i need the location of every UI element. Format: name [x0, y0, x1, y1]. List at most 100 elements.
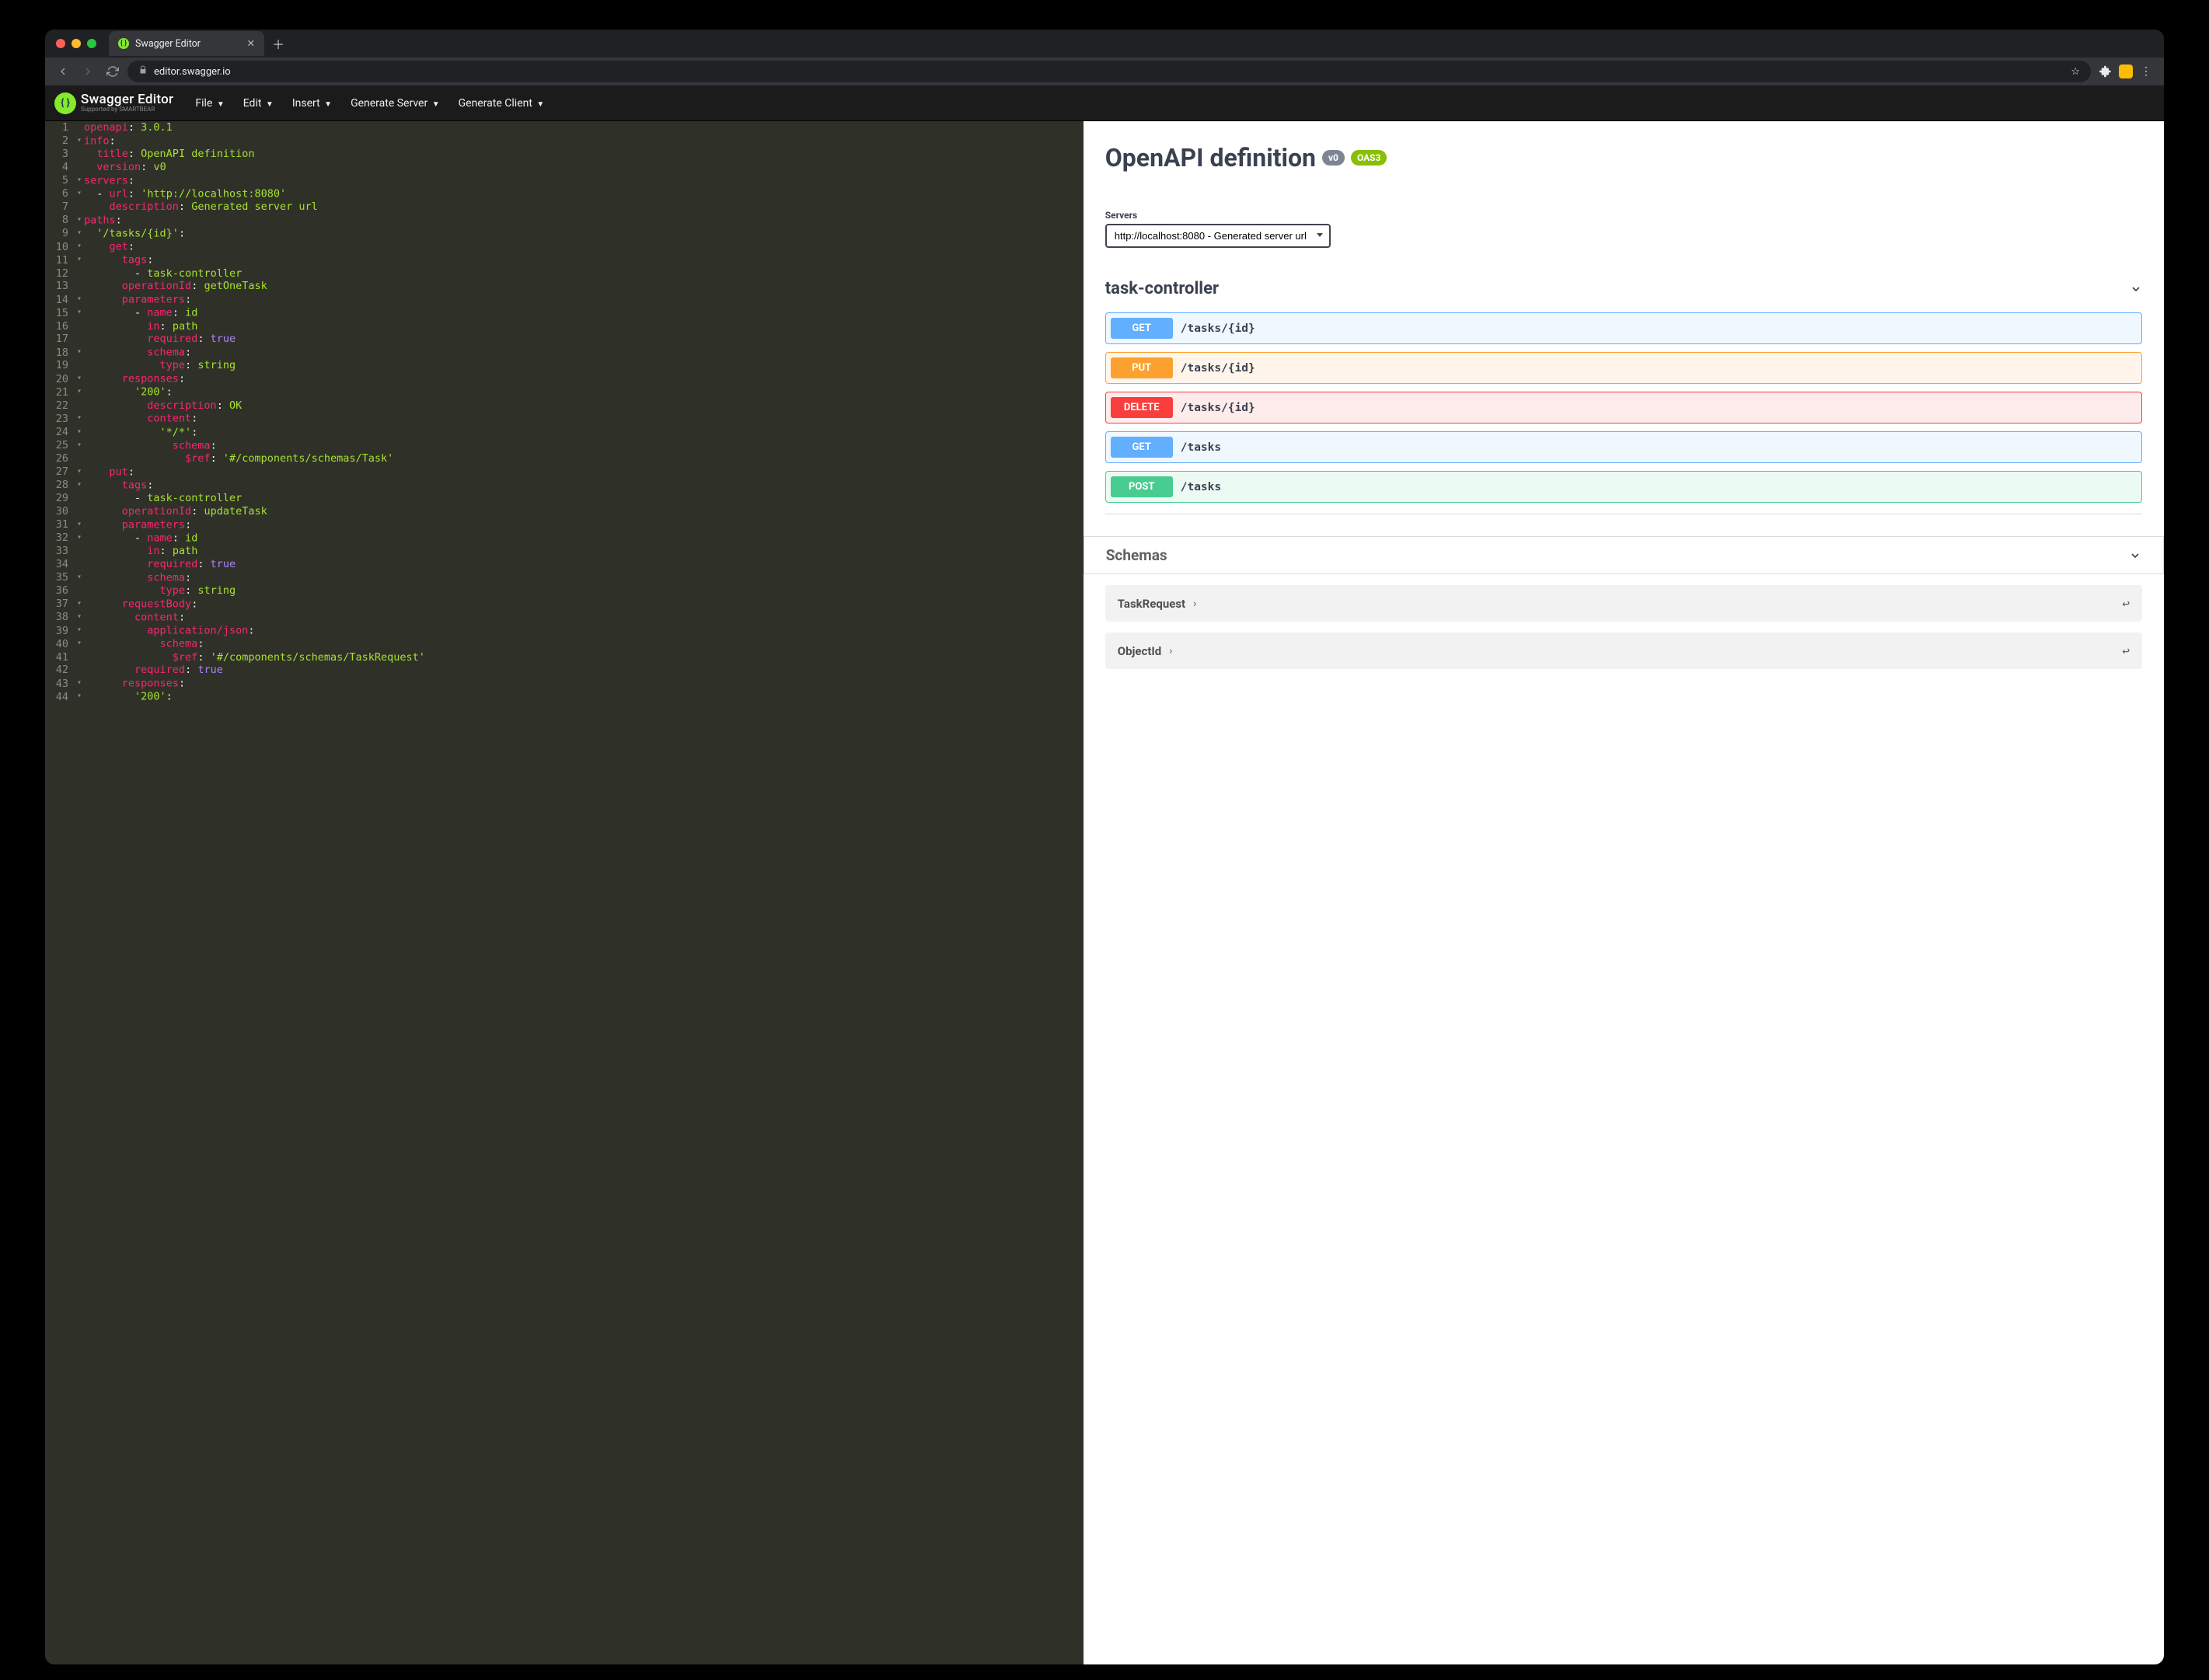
code-line[interactable]: 29 - task-controller [45, 492, 1084, 505]
swagger-logo-icon: { } [54, 92, 76, 114]
operation-delete-tasks--id-[interactable]: DELETE/tasks/{id} [1105, 392, 2142, 423]
code-line[interactable]: 39▾ application/json: [45, 624, 1084, 637]
tag-section: task-controller GET/tasks/{id}PUT/tasks/… [1105, 273, 2142, 514]
url-bar[interactable]: editor.swagger.io ☆ [127, 61, 2091, 82]
code-line[interactable]: 32▾ - name: id [45, 532, 1084, 545]
menu-insert[interactable]: Insert ▼ [283, 92, 341, 114]
back-button[interactable] [53, 61, 73, 82]
code-line[interactable]: 30 operationId: updateTask [45, 505, 1084, 518]
code-line[interactable]: 24▾ '*/*': [45, 426, 1084, 439]
method-badge: POST [1111, 476, 1173, 497]
code-line[interactable]: 15▾ - name: id [45, 306, 1084, 319]
swagger-ui-preview: OpenAPI definition v0 OAS3 Servers http:… [1084, 121, 2164, 1664]
method-badge: DELETE [1111, 397, 1173, 418]
bookmark-star-icon[interactable]: ☆ [2071, 66, 2080, 78]
tag-header[interactable]: task-controller [1105, 273, 2142, 305]
split-view: 1openapi: 3.0.12▾info:3 title: OpenAPI d… [45, 121, 2164, 1664]
code-line[interactable]: 40▾ schema: [45, 637, 1084, 650]
code-line[interactable]: 4 version: v0 [45, 161, 1084, 174]
menubar: File ▼Edit ▼Insert ▼Generate Server ▼Gen… [186, 92, 553, 114]
code-line[interactable]: 17 required: true [45, 333, 1084, 346]
code-line[interactable]: 18▾ schema: [45, 346, 1084, 359]
close-tab-icon[interactable]: ✕ [247, 37, 255, 50]
code-line[interactable]: 20▾ responses: [45, 372, 1084, 385]
code-line[interactable]: 8▾paths: [45, 214, 1084, 227]
yaml-editor[interactable]: 1openapi: 3.0.12▾info:3 title: OpenAPI d… [45, 121, 1084, 1664]
swagger-app: { } Swagger Editor Supported by SMARTBEA… [45, 85, 2164, 1664]
method-badge: PUT [1111, 357, 1173, 378]
code-line[interactable]: 10▾ get: [45, 240, 1084, 253]
extensions-icon[interactable] [2096, 61, 2116, 82]
url-text: editor.swagger.io [154, 66, 231, 78]
menu-edit[interactable]: Edit ▼ [234, 92, 283, 114]
reload-button[interactable] [103, 61, 123, 82]
code-line[interactable]: 19 type: string [45, 359, 1084, 372]
chevron-right-icon: › [1169, 645, 1172, 657]
chevron-right-icon: › [1193, 598, 1196, 610]
menu-file[interactable]: File ▼ [186, 92, 233, 114]
code-line[interactable]: 43▾ responses: [45, 677, 1084, 690]
tag-title: task-controller [1105, 279, 2130, 298]
browser-right-icons: ⋮ [2096, 61, 2156, 82]
operation-get-tasks--id-[interactable]: GET/tasks/{id} [1105, 312, 2142, 344]
code-line[interactable]: 33 in: path [45, 545, 1084, 558]
code-line[interactable]: 5▾servers: [45, 174, 1084, 187]
browser-tab[interactable]: { } Swagger Editor ✕ [109, 31, 264, 56]
code-line[interactable]: 16 in: path [45, 320, 1084, 333]
server-select[interactable]: http://localhost:8080 - Generated server… [1105, 224, 1331, 248]
version-badge: v0 [1322, 150, 1345, 166]
code-line[interactable]: 6▾ - url: 'http://localhost:8080' [45, 187, 1084, 200]
close-window-icon[interactable] [56, 39, 65, 48]
operation-get-tasks[interactable]: GET/tasks [1105, 431, 2142, 463]
operation-path: /tasks [1181, 441, 1221, 454]
menu-generate-server[interactable]: Generate Server ▼ [341, 92, 449, 114]
browser-menu-icon[interactable]: ⋮ [2136, 61, 2156, 82]
code-line[interactable]: 9▾ '/tasks/{id}': [45, 227, 1084, 240]
code-line[interactable]: 23▾ content: [45, 412, 1084, 425]
code-line[interactable]: 44▾ '200': [45, 690, 1084, 703]
profile-icon[interactable] [2119, 64, 2133, 78]
code-line[interactable]: 21▾ '200': [45, 385, 1084, 399]
operation-path: /tasks/{id} [1181, 362, 1255, 375]
menu-generate-client[interactable]: Generate Client ▼ [449, 92, 554, 114]
code-line[interactable]: 13 operationId: getOneTask [45, 280, 1084, 293]
api-title-row: OpenAPI definition v0 OAS3 [1105, 143, 2142, 173]
new-tab-button[interactable]: ＋ [272, 34, 284, 53]
code-line[interactable]: 35▾ schema: [45, 571, 1084, 584]
app-header: { } Swagger Editor Supported by SMARTBEA… [45, 85, 2164, 121]
servers-label: Servers [1105, 210, 2142, 221]
code-line[interactable]: 25▾ schema: [45, 439, 1084, 452]
maximize-window-icon[interactable] [87, 39, 96, 48]
code-line[interactable]: 42 required: true [45, 664, 1084, 677]
code-line[interactable]: 36 type: string [45, 584, 1084, 598]
code-line[interactable]: 1openapi: 3.0.1 [45, 121, 1084, 134]
code-line[interactable]: 26 $ref: '#/components/schemas/Task' [45, 452, 1084, 465]
code-line[interactable]: 27▾ put: [45, 465, 1084, 479]
operation-post-tasks[interactable]: POST/tasks [1105, 471, 2142, 503]
operation-put-tasks--id-[interactable]: PUT/tasks/{id} [1105, 352, 2142, 384]
code-line[interactable]: 37▾ requestBody: [45, 598, 1084, 611]
api-title: OpenAPI definition [1105, 143, 1316, 173]
expand-brace-icon: ↩ [2122, 643, 2130, 658]
operation-path: /tasks/{id} [1181, 402, 1255, 414]
code-line[interactable]: 34 required: true [45, 558, 1084, 571]
code-line[interactable]: 38▾ content: [45, 611, 1084, 624]
forward-button[interactable] [78, 61, 98, 82]
code-line[interactable]: 12 - task-controller [45, 267, 1084, 281]
code-line[interactable]: 11▾ tags: [45, 253, 1084, 267]
chevron-down-icon [2129, 549, 2141, 562]
code-line[interactable]: 3 title: OpenAPI definition [45, 148, 1084, 161]
code-line[interactable]: 31▾ parameters: [45, 518, 1084, 532]
code-line[interactable]: 14▾ parameters: [45, 293, 1084, 306]
schema-objectid[interactable]: ObjectId›↩ [1105, 633, 2142, 669]
operation-path: /tasks/{id} [1181, 322, 1255, 335]
code-line[interactable]: 22 description: OK [45, 399, 1084, 413]
code-line[interactable]: 7 description: Generated server url [45, 200, 1084, 214]
swagger-favicon-icon: { } [118, 38, 129, 49]
schema-taskrequest[interactable]: TaskRequest›↩ [1105, 585, 2142, 622]
code-line[interactable]: 41 $ref: '#/components/schemas/TaskReque… [45, 651, 1084, 664]
code-line[interactable]: 2▾info: [45, 134, 1084, 148]
minimize-window-icon[interactable] [72, 39, 81, 48]
schemas-header[interactable]: Schemas [1084, 536, 2164, 574]
code-line[interactable]: 28▾ tags: [45, 479, 1084, 492]
